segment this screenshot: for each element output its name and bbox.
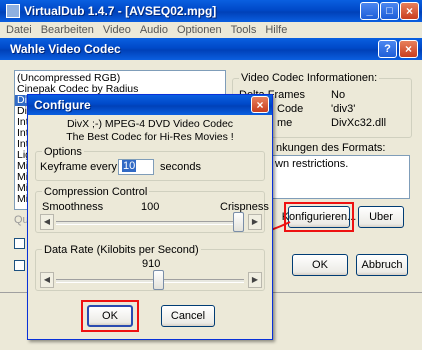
configure-title-bar[interactable]: Configure (28, 95, 272, 115)
data-rate-value: 910 (142, 258, 161, 270)
info-value-dll: DivXc32.dll (331, 117, 387, 129)
menu-bearbeiten[interactable]: Bearbeiten (41, 22, 94, 38)
compression-value: 100 (141, 201, 160, 213)
data-rate-right-arrow[interactable]: ▶ (248, 272, 262, 288)
info-value-code: 'div3' (331, 103, 356, 115)
compression-slider-track[interactable] (56, 221, 244, 225)
configure-cancel-button[interactable]: Cancel (161, 305, 215, 327)
options-group-label: Options (42, 146, 84, 158)
codec-header-text: DivX ;-) MPEG-4 DVD Video Codec The Best… (28, 118, 272, 144)
keyframe-input-value: 10 (122, 160, 137, 172)
menu-audio[interactable]: Audio (140, 22, 168, 38)
codec-dialog-close-button[interactable]: × (399, 40, 418, 58)
info-label-dll: me (277, 117, 293, 129)
crispness-label: Crispness (220, 201, 269, 213)
menu-hilfe[interactable]: Hilfe (265, 22, 287, 38)
info-value-delta-frames: No (331, 89, 346, 101)
codec-dialog-help-button[interactable]: ? (378, 40, 397, 58)
smoothness-label: Smoothness (42, 201, 104, 213)
format-restrictions-text: wn restrictions. (275, 158, 349, 170)
data-rate-group: Data Rate (Kilobits per Second) 910 ◀ ▶ (35, 244, 265, 291)
maximize-button[interactable]: □ (380, 2, 399, 20)
data-rate-slider-thumb[interactable] (153, 270, 165, 290)
codec-header-line2: The Best Codec for Hi-Res Movies ! (66, 131, 234, 143)
info-label-code: Code (277, 103, 304, 115)
configure-title: Configure (34, 98, 91, 112)
compression-group-label: Compression Control (42, 186, 150, 198)
highlight-configure-button (284, 202, 354, 232)
codec-header-line1: DivX ;-) MPEG-4 DVD Video Codec (66, 118, 234, 130)
option-checkbox-2[interactable] (14, 260, 25, 271)
menu-bar: Datei Bearbeiten Video Audio Optionen To… (0, 22, 422, 38)
configure-close-button[interactable]: × (251, 96, 269, 113)
menu-optionen[interactable]: Optionen (177, 22, 222, 38)
highlight-ok-button (81, 300, 139, 332)
format-restrictions-box: wn restrictions. (270, 155, 410, 199)
compression-control-group: Compression Control Smoothness 100 Crisp… (35, 186, 269, 233)
virtualdub-close-button[interactable]: × (400, 2, 419, 20)
configure-dialog: Configure × DivX ;-) MPEG-4 DVD Video Co… (27, 94, 273, 340)
codec-dialog-title-bar[interactable]: Wahle Video Codec (0, 38, 422, 60)
keyframe-input[interactable]: 10 (118, 159, 154, 175)
menu-tools[interactable]: Tools (231, 22, 257, 38)
menu-datei[interactable]: Datei (6, 22, 32, 38)
minimize-button[interactable]: _ (360, 2, 379, 20)
codec-dialog-title: Wahle Video Codec (10, 42, 121, 56)
compression-left-arrow[interactable]: ◀ (40, 214, 54, 230)
codec-ok-button[interactable]: OK (292, 254, 348, 276)
option-checkbox-1[interactable] (14, 238, 25, 249)
virtualdub-title: VirtualDub 1.4.7 - [AVSEQ02.mpg] (24, 4, 217, 18)
data-rate-group-label: Data Rate (Kilobits per Second) (42, 244, 201, 256)
codec-cancel-button[interactable]: Abbruch (356, 254, 408, 276)
keyframe-label: Keyframe every (40, 161, 118, 173)
seconds-label: seconds (160, 161, 201, 173)
format-restrictions-label: nkungen des Formats: (276, 142, 386, 154)
codec-info-group-label: Video Codec Informationen: (239, 72, 380, 84)
data-rate-left-arrow[interactable]: ◀ (40, 272, 54, 288)
menu-video[interactable]: Video (103, 22, 131, 38)
options-group: Options Keyframe every 10 seconds (35, 146, 265, 181)
about-codec-button[interactable]: Uber (358, 206, 404, 228)
virtualdub-title-bar[interactable]: VirtualDub 1.4.7 - [AVSEQ02.mpg] (0, 0, 422, 22)
virtualdub-app-icon (6, 4, 20, 18)
data-rate-slider-track[interactable] (56, 279, 244, 283)
compression-right-arrow[interactable]: ▶ (248, 214, 262, 230)
compression-slider-thumb[interactable] (233, 212, 244, 232)
